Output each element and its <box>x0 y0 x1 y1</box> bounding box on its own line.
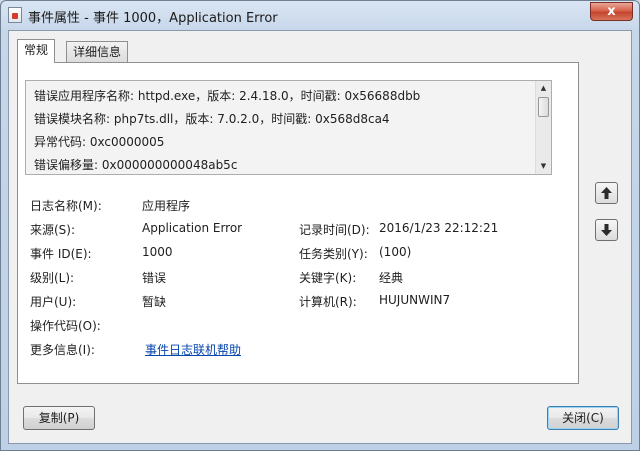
tab-details[interactable]: 详细信息 <box>66 41 129 62</box>
user-value[interactable]: 暂缺 <box>142 293 166 310</box>
tab-general[interactable]: 常规 <box>17 39 56 63</box>
keywords-label: 关键字(K): <box>299 271 357 285</box>
task-category-value[interactable]: (100) <box>379 245 411 259</box>
previous-event-button[interactable] <box>595 182 618 204</box>
title-bar[interactable]: 事件属性 - 事件 1000，Application Error x <box>1 1 639 29</box>
event-id-value[interactable]: 1000 <box>142 245 173 259</box>
copy-button[interactable]: 复制(P) <box>23 406 95 430</box>
keywords-value[interactable]: 经典 <box>379 269 403 286</box>
logged-label: 记录时间(D): <box>299 223 370 237</box>
event-id-label: 事件 ID(E): <box>30 247 92 261</box>
event-viewer-icon <box>8 7 22 23</box>
more-info-label: 更多信息(I): <box>30 343 95 357</box>
arrow-up-icon <box>601 187 612 199</box>
log-name-label: 日志名称(M): <box>30 199 102 213</box>
source-label: 来源(S): <box>30 223 76 237</box>
description-scrollbar[interactable]: ▲ ▼ <box>535 81 551 174</box>
description-line: 异常代码: 0xc0000005 <box>34 135 165 149</box>
level-value[interactable]: 错误 <box>142 269 166 286</box>
arrow-down-icon <box>601 224 612 236</box>
logged-value[interactable]: 2016/1/23 22:12:21 <box>379 221 498 235</box>
window-title: 事件属性 - 事件 1000，Application Error <box>28 11 278 26</box>
scrollbar-thumb[interactable] <box>538 97 549 117</box>
log-name-value[interactable]: 应用程序 <box>142 197 190 214</box>
event-description-box[interactable]: 错误应用程序名称: httpd.exe，版本: 2.4.18.0，时间戳: 0x… <box>25 80 552 175</box>
user-label: 用户(U): <box>30 295 77 309</box>
computer-value[interactable]: HUJUNWIN7 <box>379 293 450 307</box>
window-close-button[interactable]: x <box>590 2 633 21</box>
source-value[interactable]: Application Error <box>142 221 242 235</box>
scroll-down-arrow-icon[interactable]: ▼ <box>536 159 551 174</box>
level-label: 级别(L): <box>30 271 75 285</box>
opcode-label: 操作代码(O): <box>30 319 101 333</box>
computer-label: 计算机(R): <box>299 295 357 309</box>
description-line: 错误应用程序名称: httpd.exe，版本: 2.4.18.0，时间戳: 0x… <box>34 89 421 103</box>
event-log-online-help-link[interactable]: 事件日志联机帮助 <box>145 341 241 358</box>
scroll-up-arrow-icon[interactable]: ▲ <box>536 81 551 96</box>
description-line: 错误偏移量: 0x000000000048ab5c <box>34 158 238 172</box>
next-event-button[interactable] <box>595 219 618 241</box>
dialog-client-area: 常规 详细信息 错误应用程序名称: httpd.exe，版本: 2.4.18.0… <box>8 30 632 444</box>
task-category-label: 任务类别(Y): <box>299 247 368 261</box>
event-properties-window: 事件属性 - 事件 1000，Application Error x 常规 详细… <box>0 0 640 451</box>
close-button[interactable]: 关闭(C) <box>547 406 619 430</box>
description-line: 错误模块名称: php7ts.dll，版本: 7.0.2.0，时间戳: 0x56… <box>34 112 390 126</box>
